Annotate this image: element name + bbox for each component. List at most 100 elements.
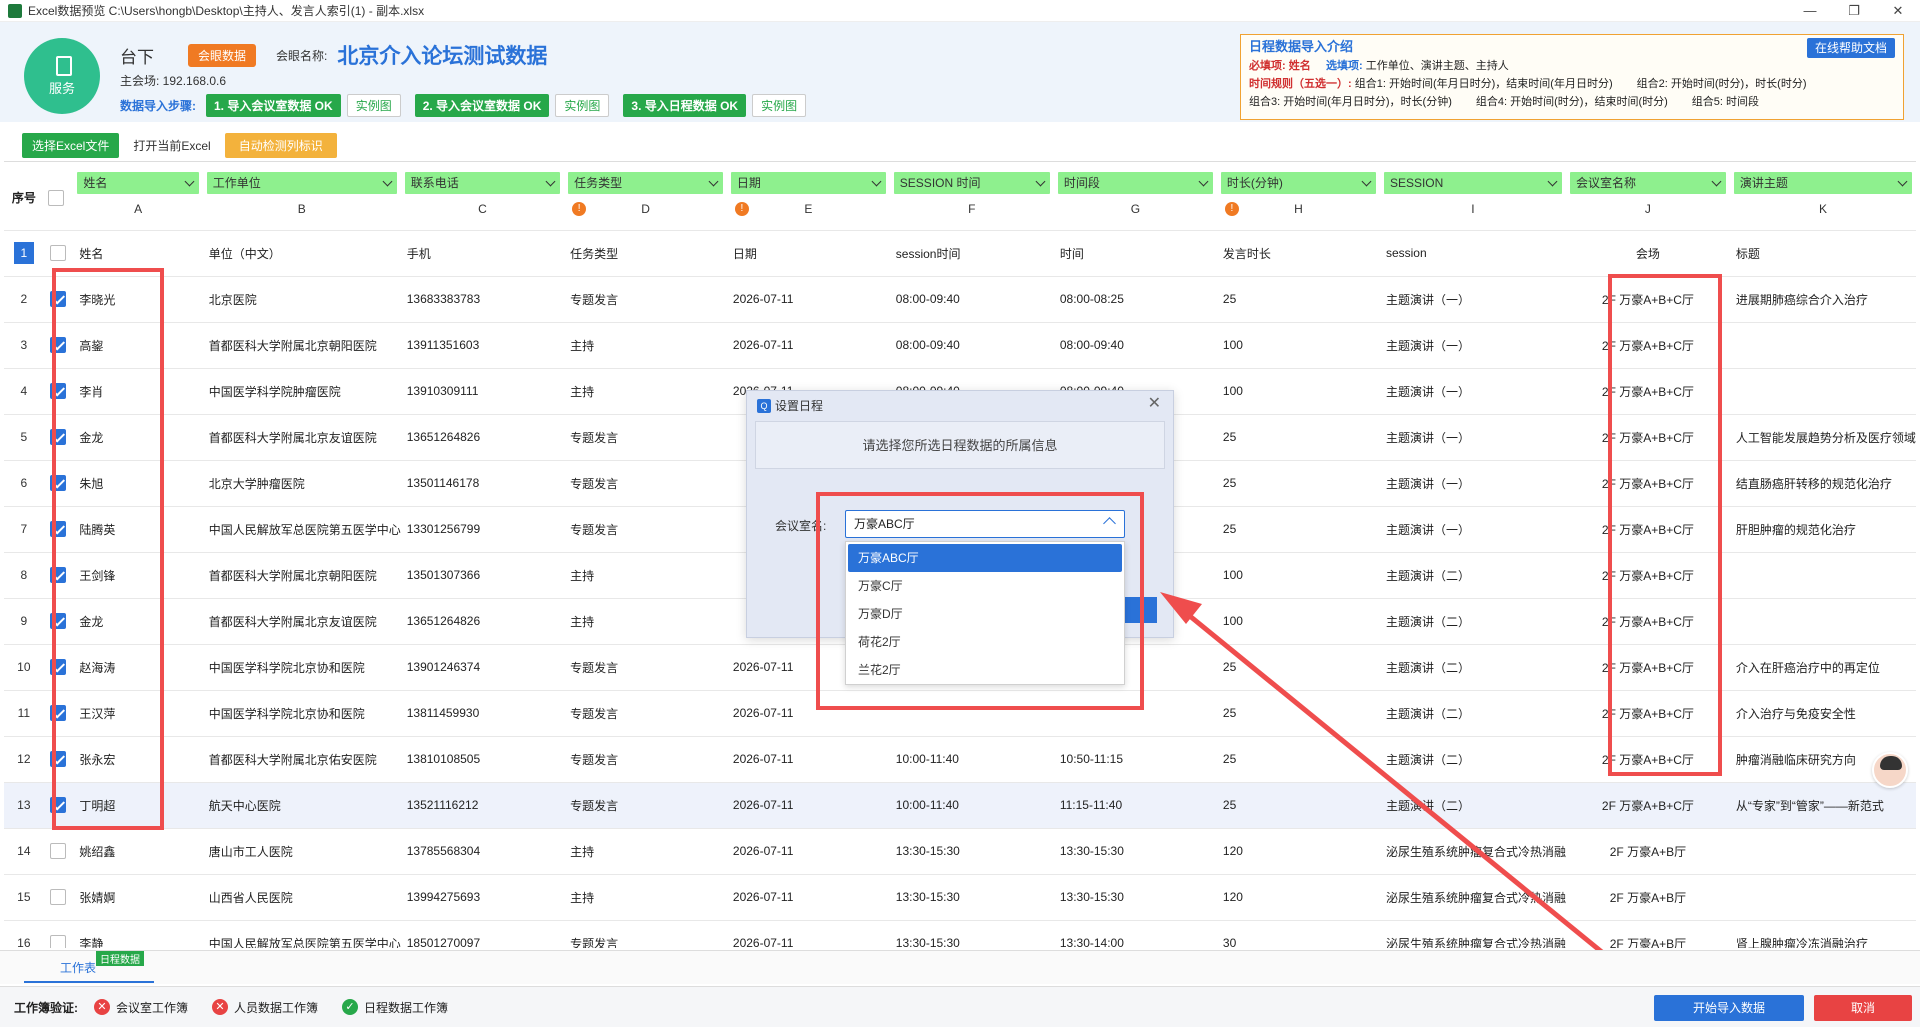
table-cell[interactable]: 2F 万豪A+B+C厅 [1565, 460, 1730, 507]
row-checkbox[interactable] [49, 889, 66, 905]
table-cell[interactable]: 08:00-09:40 [889, 276, 1054, 323]
step3-button[interactable]: 3. 导入日程数据 OK [623, 94, 747, 117]
table-cell[interactable]: 金龙 [73, 414, 203, 461]
table-cell[interactable]: 泌尿生殖系统肿瘤复合式冷热消融 [1379, 874, 1566, 921]
table-cell[interactable]: 2026-07-11 [726, 874, 890, 921]
table-cell[interactable]: 13994275693 [400, 874, 565, 921]
close-window-button[interactable]: ✕ [1876, 3, 1920, 19]
table-cell[interactable]: 唐山市工人医院 [202, 828, 401, 875]
table-cell[interactable]: 主题演讲（二） [1379, 736, 1566, 783]
table-cell[interactable]: 主持 [564, 322, 727, 369]
column-field-dropdown[interactable]: 会议室名称 [1569, 172, 1726, 194]
step3-example-button[interactable]: 实例图 [752, 94, 807, 117]
table-cell[interactable]: 专题发言 [564, 506, 727, 553]
table-cell[interactable]: 2026-07-11 [726, 828, 890, 875]
table-cell[interactable]: 25 [1216, 644, 1380, 691]
table-cell[interactable]: 金龙 [73, 598, 203, 645]
table-cell[interactable]: 主题演讲（一） [1379, 414, 1566, 461]
table-cell[interactable]: 会场 [1565, 230, 1730, 277]
table-cell[interactable]: 张永宏 [73, 736, 203, 783]
table-cell[interactable]: 主题演讲（二） [1379, 690, 1566, 737]
table-cell[interactable]: 专题发言 [564, 276, 727, 323]
table-cell[interactable]: 2F 万豪A+B厅 [1565, 874, 1730, 921]
table-cell[interactable]: 时间 [1053, 230, 1217, 277]
column-field-dropdown[interactable]: 演讲主题 [1733, 172, 1912, 194]
table-cell[interactable]: 13301256799 [400, 506, 565, 553]
table-cell[interactable] [1729, 322, 1916, 369]
table-cell[interactable]: 13:30-15:30 [1053, 828, 1217, 875]
table-cell[interactable]: 首都医科大学附属北京佑安医院 [202, 736, 401, 783]
start-import-button[interactable]: 开始导入数据 [1654, 995, 1804, 1021]
table-cell[interactable]: 25 [1216, 276, 1380, 323]
table-cell[interactable]: 13910309111 [400, 368, 565, 415]
table-cell[interactable]: 2F 万豪A+B+C厅 [1565, 552, 1730, 599]
table-cell[interactable]: 陆腾英 [73, 506, 203, 553]
table-row[interactable]: 13 丁明超 航天中心医院 13521116212 专题发言 2026-07-11 10:0… [4, 782, 1916, 829]
row-checkbox[interactable] [49, 521, 66, 537]
row-checkbox[interactable] [49, 613, 66, 629]
row-checkbox[interactable] [49, 797, 66, 813]
table-cell[interactable]: 专题发言 [564, 460, 727, 507]
step2-example-button[interactable]: 实例图 [555, 94, 610, 117]
column-field-dropdown[interactable]: 时长(分钟) [1220, 172, 1376, 194]
table-cell[interactable]: 100 [1216, 368, 1380, 415]
table-cell[interactable]: 主持 [564, 368, 727, 415]
row-checkbox[interactable] [49, 659, 66, 675]
table-cell[interactable] [1729, 552, 1916, 599]
minimize-button[interactable]: — [1788, 3, 1832, 19]
table-cell[interactable]: 120 [1216, 828, 1380, 875]
room-select[interactable]: 万豪ABC厅 [845, 510, 1125, 538]
table-cell[interactable]: 专题发言 [564, 644, 727, 691]
table-cell[interactable]: 25 [1216, 506, 1380, 553]
row-checkbox[interactable] [49, 475, 66, 491]
column-field-dropdown[interactable]: 任务类型 [568, 172, 723, 194]
dialog-close-icon[interactable]: ✕ [1148, 393, 1161, 413]
table-cell[interactable]: 主持 [564, 874, 727, 921]
table-row[interactable]: 1 姓名 单位（中文） 手机 任务类型 日期 session时间 时间 发言时长 session 会… [4, 230, 1916, 277]
table-cell[interactable]: 介入在肝癌治疗中的再定位 [1729, 644, 1916, 691]
table-cell[interactable]: 标题 [1729, 230, 1916, 277]
open-excel-button[interactable]: 打开当前Excel [127, 133, 216, 158]
table-cell[interactable]: 主持 [564, 552, 727, 599]
table-row[interactable]: 14 姚绍鑫 唐山市工人医院 13785568304 主持 2026-07-11 13:30… [4, 828, 1916, 875]
table-cell[interactable]: 13901246374 [400, 644, 565, 691]
table-cell[interactable]: 2F 万豪A+B厅 [1565, 828, 1730, 875]
row-checkbox[interactable] [49, 567, 66, 583]
table-cell[interactable]: 2F 万豪A+B+C厅 [1565, 276, 1730, 323]
table-cell[interactable]: 主题演讲（一） [1379, 506, 1566, 553]
table-cell[interactable]: 13501307366 [400, 552, 565, 599]
table-cell[interactable] [1729, 368, 1916, 415]
select-all-checkbox[interactable] [47, 189, 64, 206]
table-cell[interactable]: 13785568304 [400, 828, 565, 875]
column-field-dropdown[interactable]: 工作单位 [206, 172, 397, 194]
table-cell[interactable]: 泌尿生殖系统肿瘤复合式冷热消融 [1379, 920, 1566, 948]
table-row[interactable]: 12 张永宏 首都医科大学附属北京佑安医院 13810108505 专题发言 2026-0… [4, 736, 1916, 783]
table-cell[interactable]: 从“专家”到“管家”——新范式 [1729, 782, 1916, 829]
column-field-dropdown[interactable]: 姓名 [77, 172, 199, 194]
service-logo[interactable]: 服务 [24, 38, 100, 114]
row-checkbox[interactable] [49, 705, 66, 721]
table-row[interactable]: 11 王汉萍 中国医学科学院北京协和医院 13811459930 专题发言 2026-07… [4, 690, 1916, 737]
table-cell[interactable]: 13683383783 [400, 276, 565, 323]
table-cell[interactable]: 姓名 [73, 230, 203, 277]
table-cell[interactable]: 13:30-15:30 [889, 874, 1054, 921]
table-cell[interactable]: 13521116212 [400, 782, 565, 829]
table-cell[interactable]: 主持 [564, 828, 727, 875]
room-option[interactable]: 万豪ABC厅 [848, 544, 1122, 572]
table-cell[interactable]: 姚绍鑫 [73, 828, 203, 875]
row-checkbox[interactable] [49, 383, 66, 399]
assistant-avatar[interactable] [1872, 752, 1908, 788]
row-checkbox[interactable] [49, 429, 66, 445]
sheet-tab-worksheet[interactable]: 工作表 [60, 959, 96, 976]
table-cell[interactable]: 2F 万豪A+B+C厅 [1565, 598, 1730, 645]
table-cell[interactable]: 任务类型 [564, 230, 727, 277]
table-cell[interactable]: 10:00-11:40 [889, 736, 1054, 783]
table-cell[interactable]: 主持 [564, 598, 727, 645]
table-cell[interactable]: 13:30-15:30 [1053, 874, 1217, 921]
room-option[interactable]: 兰花2厅 [848, 656, 1122, 684]
table-cell[interactable]: 25 [1216, 690, 1380, 737]
table-cell[interactable]: 2026-07-11 [726, 736, 890, 783]
table-cell[interactable]: 2F 万豪A+B+C厅 [1565, 736, 1730, 783]
table-cell[interactable]: 首都医科大学附属北京朝阳医院 [202, 322, 401, 369]
table-cell[interactable]: 主题演讲（二） [1379, 644, 1566, 691]
